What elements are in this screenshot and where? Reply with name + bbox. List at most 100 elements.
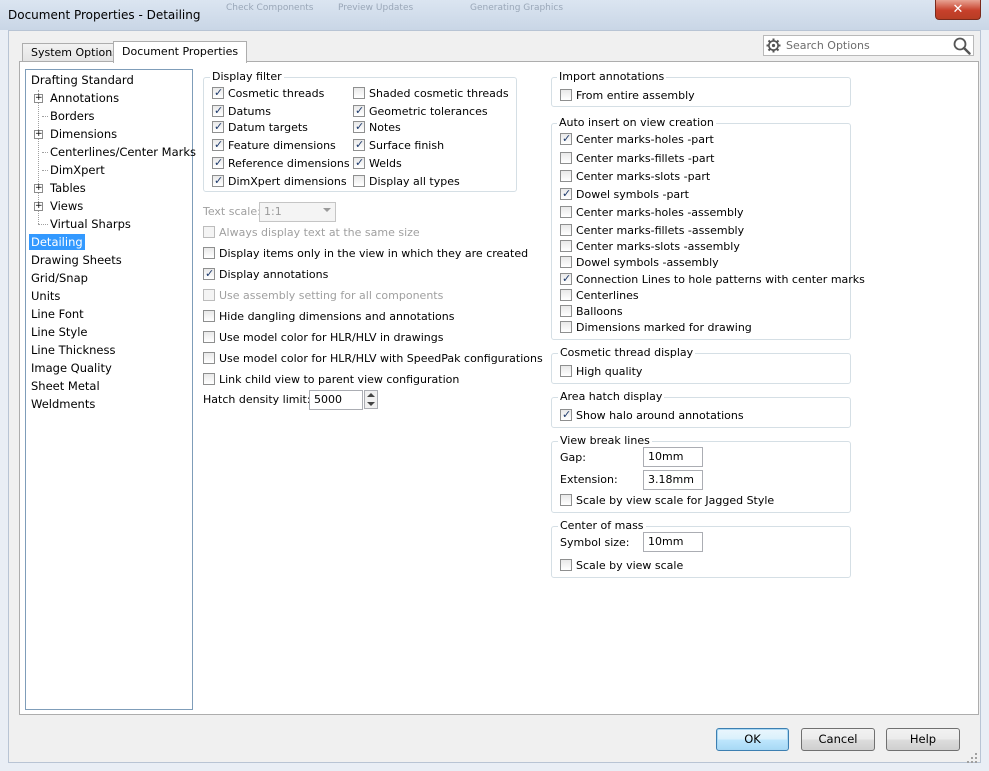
background-ghost-label: Generating Graphics <box>470 3 564 13</box>
checkbox[interactable] <box>560 321 572 333</box>
checkbox[interactable] <box>560 224 572 236</box>
checkbox[interactable] <box>212 86 224 99</box>
checkbox-label: Datum targets <box>228 121 308 134</box>
checkbox-label: Display items only in the view in which … <box>219 247 529 260</box>
search-icon[interactable] <box>953 37 971 55</box>
checkbox-label: Show halo around annotations <box>576 409 744 422</box>
checkbox-label: Center marks-fillets -part <box>576 152 715 165</box>
checkbox[interactable] <box>560 256 572 268</box>
checkbox[interactable] <box>560 305 572 317</box>
checkbox-label: High quality <box>576 365 643 378</box>
checkbox[interactable] <box>560 408 572 421</box>
tree-item-line-thickness[interactable]: Line Thickness <box>31 342 115 358</box>
tree-item-annotations[interactable]: Annotations <box>50 90 119 106</box>
tree-item-line-font[interactable]: Line Font <box>31 306 84 322</box>
tree-item-line-style[interactable]: Line Style <box>31 324 88 340</box>
checkbox-label: Center marks-fillets -assembly <box>576 224 745 237</box>
spin-up-icon[interactable] <box>367 393 375 397</box>
checkbox[interactable] <box>560 289 572 301</box>
gap-input[interactable]: 10mm <box>643 447 703 467</box>
checkbox[interactable] <box>560 494 572 506</box>
tab-document-properties[interactable]: Document Properties <box>113 41 248 63</box>
tree-guide-line <box>38 224 48 225</box>
tree-item-grid-snap[interactable]: Grid/Snap <box>31 270 88 286</box>
group-title: Display filter <box>210 70 284 83</box>
group-title: View break lines <box>558 434 652 447</box>
tree-item-sheet-metal[interactable]: Sheet Metal <box>31 378 100 394</box>
search-placeholder: Search Options <box>786 39 870 52</box>
expand-icon[interactable]: + <box>34 202 43 211</box>
checkbox[interactable] <box>203 331 215 343</box>
tree-item-tables[interactable]: Tables <box>50 180 86 196</box>
checkbox[interactable] <box>203 373 215 385</box>
tree-item-image-quality[interactable]: Image Quality <box>31 360 112 376</box>
tree-item-units[interactable]: Units <box>31 288 60 304</box>
gap-value: 10mm <box>648 450 684 463</box>
tree-item-borders[interactable]: Borders <box>50 108 95 124</box>
checkbox[interactable] <box>560 272 572 285</box>
hatch-density-value: 5000 <box>314 393 342 406</box>
checkbox-label: Display annotations <box>219 268 329 281</box>
checkbox[interactable] <box>203 226 215 238</box>
checkbox[interactable] <box>560 365 572 377</box>
checkbox[interactable] <box>353 156 365 169</box>
checkbox[interactable] <box>203 310 215 322</box>
checkbox[interactable] <box>560 132 572 145</box>
checkbox[interactable] <box>353 120 365 133</box>
checkbox[interactable] <box>212 174 224 187</box>
checkbox[interactable] <box>203 267 215 280</box>
checkbox[interactable] <box>560 187 572 200</box>
expand-icon[interactable]: + <box>34 130 43 139</box>
checkbox[interactable] <box>212 156 224 169</box>
tree-item-dimensions[interactable]: Dimensions <box>50 126 117 142</box>
tree-item-virtual-sharps[interactable]: Virtual Sharps <box>50 216 131 232</box>
symbol-size-input[interactable]: 10mm <box>643 532 703 552</box>
tree-item-detailing[interactable]: Detailing <box>29 234 85 250</box>
tree-item-centerlines[interactable]: Centerlines/Center Marks <box>50 144 196 160</box>
checkbox[interactable] <box>353 175 365 187</box>
checkbox[interactable] <box>212 104 224 117</box>
extension-label: Extension: <box>560 473 618 486</box>
expand-icon[interactable]: + <box>34 184 43 193</box>
tab-label: Document Properties <box>122 45 239 58</box>
checkbox[interactable] <box>203 352 215 364</box>
hatch-density-input[interactable]: 5000 <box>309 390 363 410</box>
checkbox[interactable] <box>353 104 365 117</box>
tree-item-drawing-sheets[interactable]: Drawing Sheets <box>31 252 122 268</box>
group-title: Cosmetic thread display <box>558 346 696 359</box>
checkbox[interactable] <box>560 559 572 571</box>
checkbox[interactable] <box>560 240 572 252</box>
tree-item-weldments[interactable]: Weldments <box>31 396 95 412</box>
gear-icon <box>766 38 781 53</box>
checkbox[interactable] <box>560 170 572 182</box>
checkbox[interactable] <box>212 138 224 151</box>
checkbox[interactable] <box>212 120 224 133</box>
ok-button[interactable]: OK <box>716 728 789 751</box>
spin-down-icon[interactable] <box>367 402 375 406</box>
checkbox[interactable] <box>353 87 365 99</box>
tree-item-views[interactable]: Views <box>50 198 83 214</box>
resize-grip-icon[interactable] <box>966 752 978 764</box>
checkbox-label: Shaded cosmetic threads <box>369 87 509 100</box>
group-title: Center of mass <box>558 519 646 532</box>
checkbox[interactable] <box>560 152 572 164</box>
expand-icon[interactable]: + <box>34 94 43 103</box>
close-button[interactable]: ✕ <box>935 0 981 20</box>
help-button[interactable]: Help <box>886 728 960 751</box>
checkbox-label: Dowel symbols -part <box>576 188 689 201</box>
checkbox[interactable] <box>560 89 572 101</box>
text-scale-select[interactable]: 1:1 <box>259 202 336 222</box>
checkbox[interactable] <box>560 206 572 218</box>
checkbox[interactable] <box>353 138 365 151</box>
tab-system-options[interactable]: System Options <box>22 43 127 62</box>
tree-item-dimxpert[interactable]: DimXpert <box>50 162 105 178</box>
background-ghost-label: Preview Updates <box>338 3 414 13</box>
extension-input[interactable]: 3.18mm <box>643 470 703 490</box>
checkbox[interactable] <box>203 247 215 259</box>
tree-item-drafting-standard[interactable]: Drafting Standard <box>31 72 134 88</box>
tree-guide-line <box>42 170 48 171</box>
cancel-button[interactable]: Cancel <box>801 728 875 751</box>
tree-guide-line <box>42 152 48 153</box>
checkbox[interactable] <box>203 289 215 301</box>
checkbox-label: Reference dimensions <box>228 157 350 170</box>
